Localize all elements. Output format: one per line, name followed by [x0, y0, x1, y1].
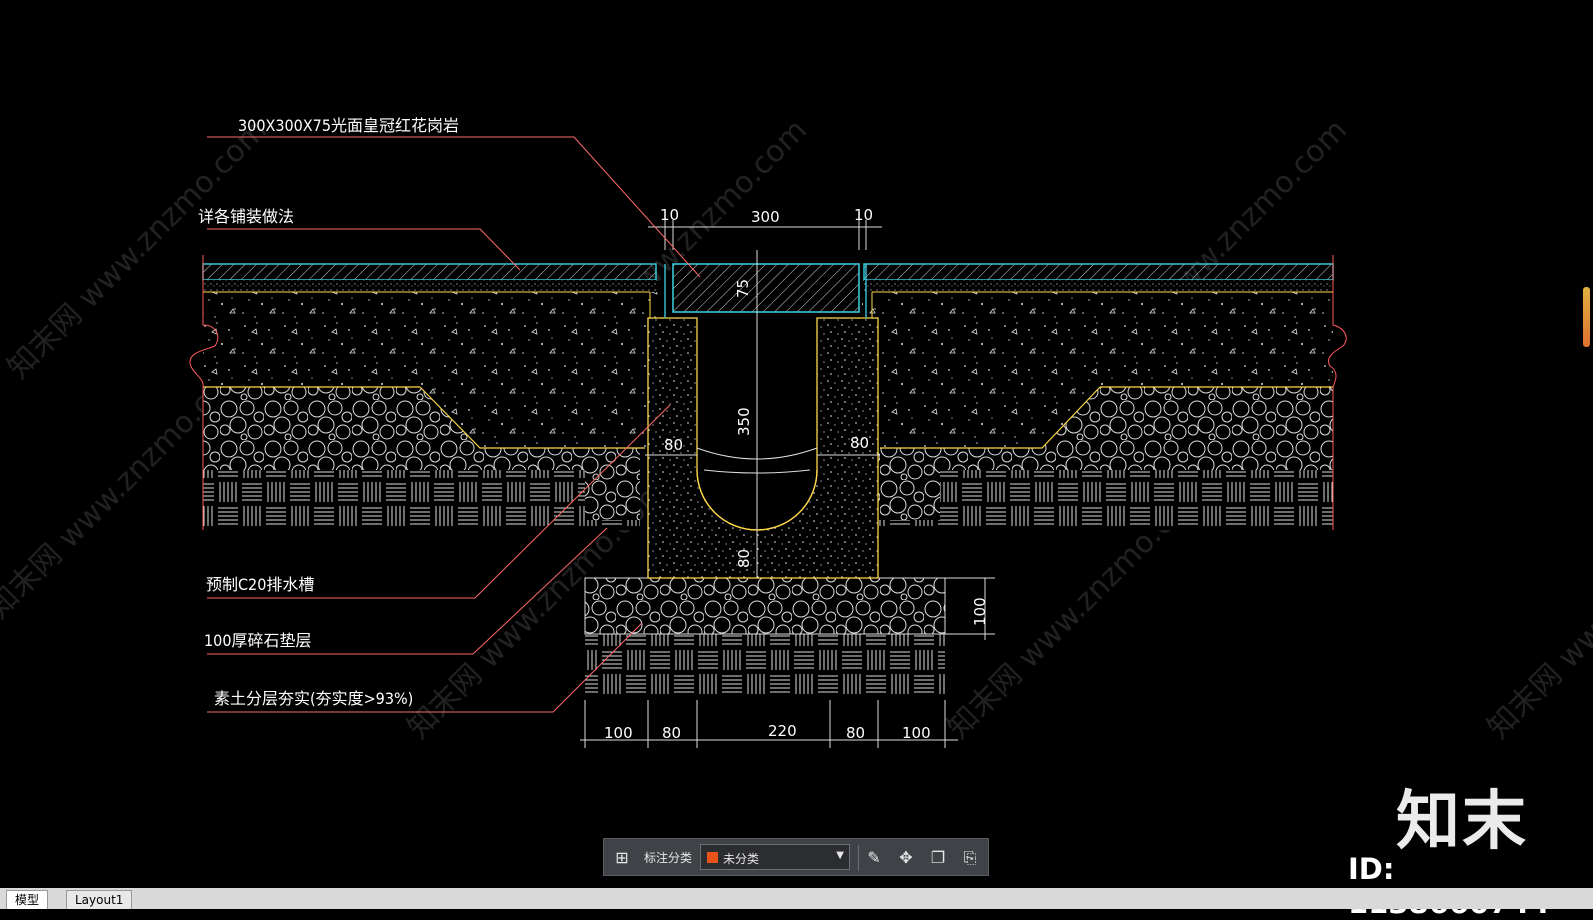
tab-layout1[interactable]: Layout1	[66, 890, 133, 909]
label-trench: 预制C20排水槽	[206, 575, 314, 594]
dim-cover-thk: 75	[734, 279, 752, 298]
dim-top-mid: 300	[751, 208, 780, 226]
category-selected-value: 未分类	[723, 852, 760, 866]
toolbar-divider	[858, 845, 859, 871]
paste-icon[interactable]: ⎘	[960, 848, 980, 868]
layout-tab-bar: 模型 Layout1	[0, 888, 1593, 909]
chevron-down-icon: ▼	[836, 850, 844, 861]
dim-b4: 80	[846, 724, 865, 742]
edit-icon[interactable]: ✎	[864, 848, 884, 868]
dim-wall-right: 80	[850, 434, 869, 452]
dim-wall-left: 80	[664, 436, 683, 454]
dim-b3: 220	[768, 722, 797, 740]
label-soil: 素土分层夯实(夯实度>93%)	[214, 689, 413, 708]
annotation-category-label: 标注分类	[644, 851, 693, 865]
dim-base-thk: 80	[735, 549, 753, 568]
label-paving: 详各铺装做法	[198, 207, 294, 226]
annotation-toolbar: ⊞ 标注分类 未分类 ▼ ✎ ✥ ❐ ⎘	[603, 838, 989, 876]
drain-trench	[647, 250, 879, 579]
grid-icon[interactable]: ⊞	[612, 848, 632, 868]
scroll-indicator[interactable]	[1583, 287, 1590, 347]
move-icon[interactable]: ✥	[896, 848, 916, 868]
annotation-category-select[interactable]: 未分类 ▼	[700, 844, 850, 870]
dim-b1: 100	[604, 724, 633, 742]
dim-gravel-thk: 100	[971, 597, 989, 626]
tab-model[interactable]: 模型	[6, 890, 49, 909]
dim-top-right: 10	[854, 206, 873, 224]
dim-top-left: 10	[660, 206, 679, 224]
dim-inner-depth: 350	[735, 407, 753, 436]
dim-b2: 80	[662, 724, 681, 742]
brand-logo: 知末	[1396, 785, 1528, 859]
cad-drawing-canvas[interactable]: 知末网 www.znzmo.com 知末网 www.znzmo.com 知末网 …	[0, 0, 1593, 909]
watermark-7: 知末网 www.znzmo.com	[1481, 473, 1593, 746]
label-granite: 300X300X75光面皇冠红花岗岩	[238, 116, 459, 135]
copy-icon[interactable]: ❐	[928, 848, 948, 868]
label-gravel: 100厚碎石垫层	[204, 631, 311, 650]
category-color-swatch	[707, 852, 718, 863]
brand-id: ID: 1138660744	[1348, 852, 1550, 920]
dim-b5: 100	[902, 724, 931, 742]
